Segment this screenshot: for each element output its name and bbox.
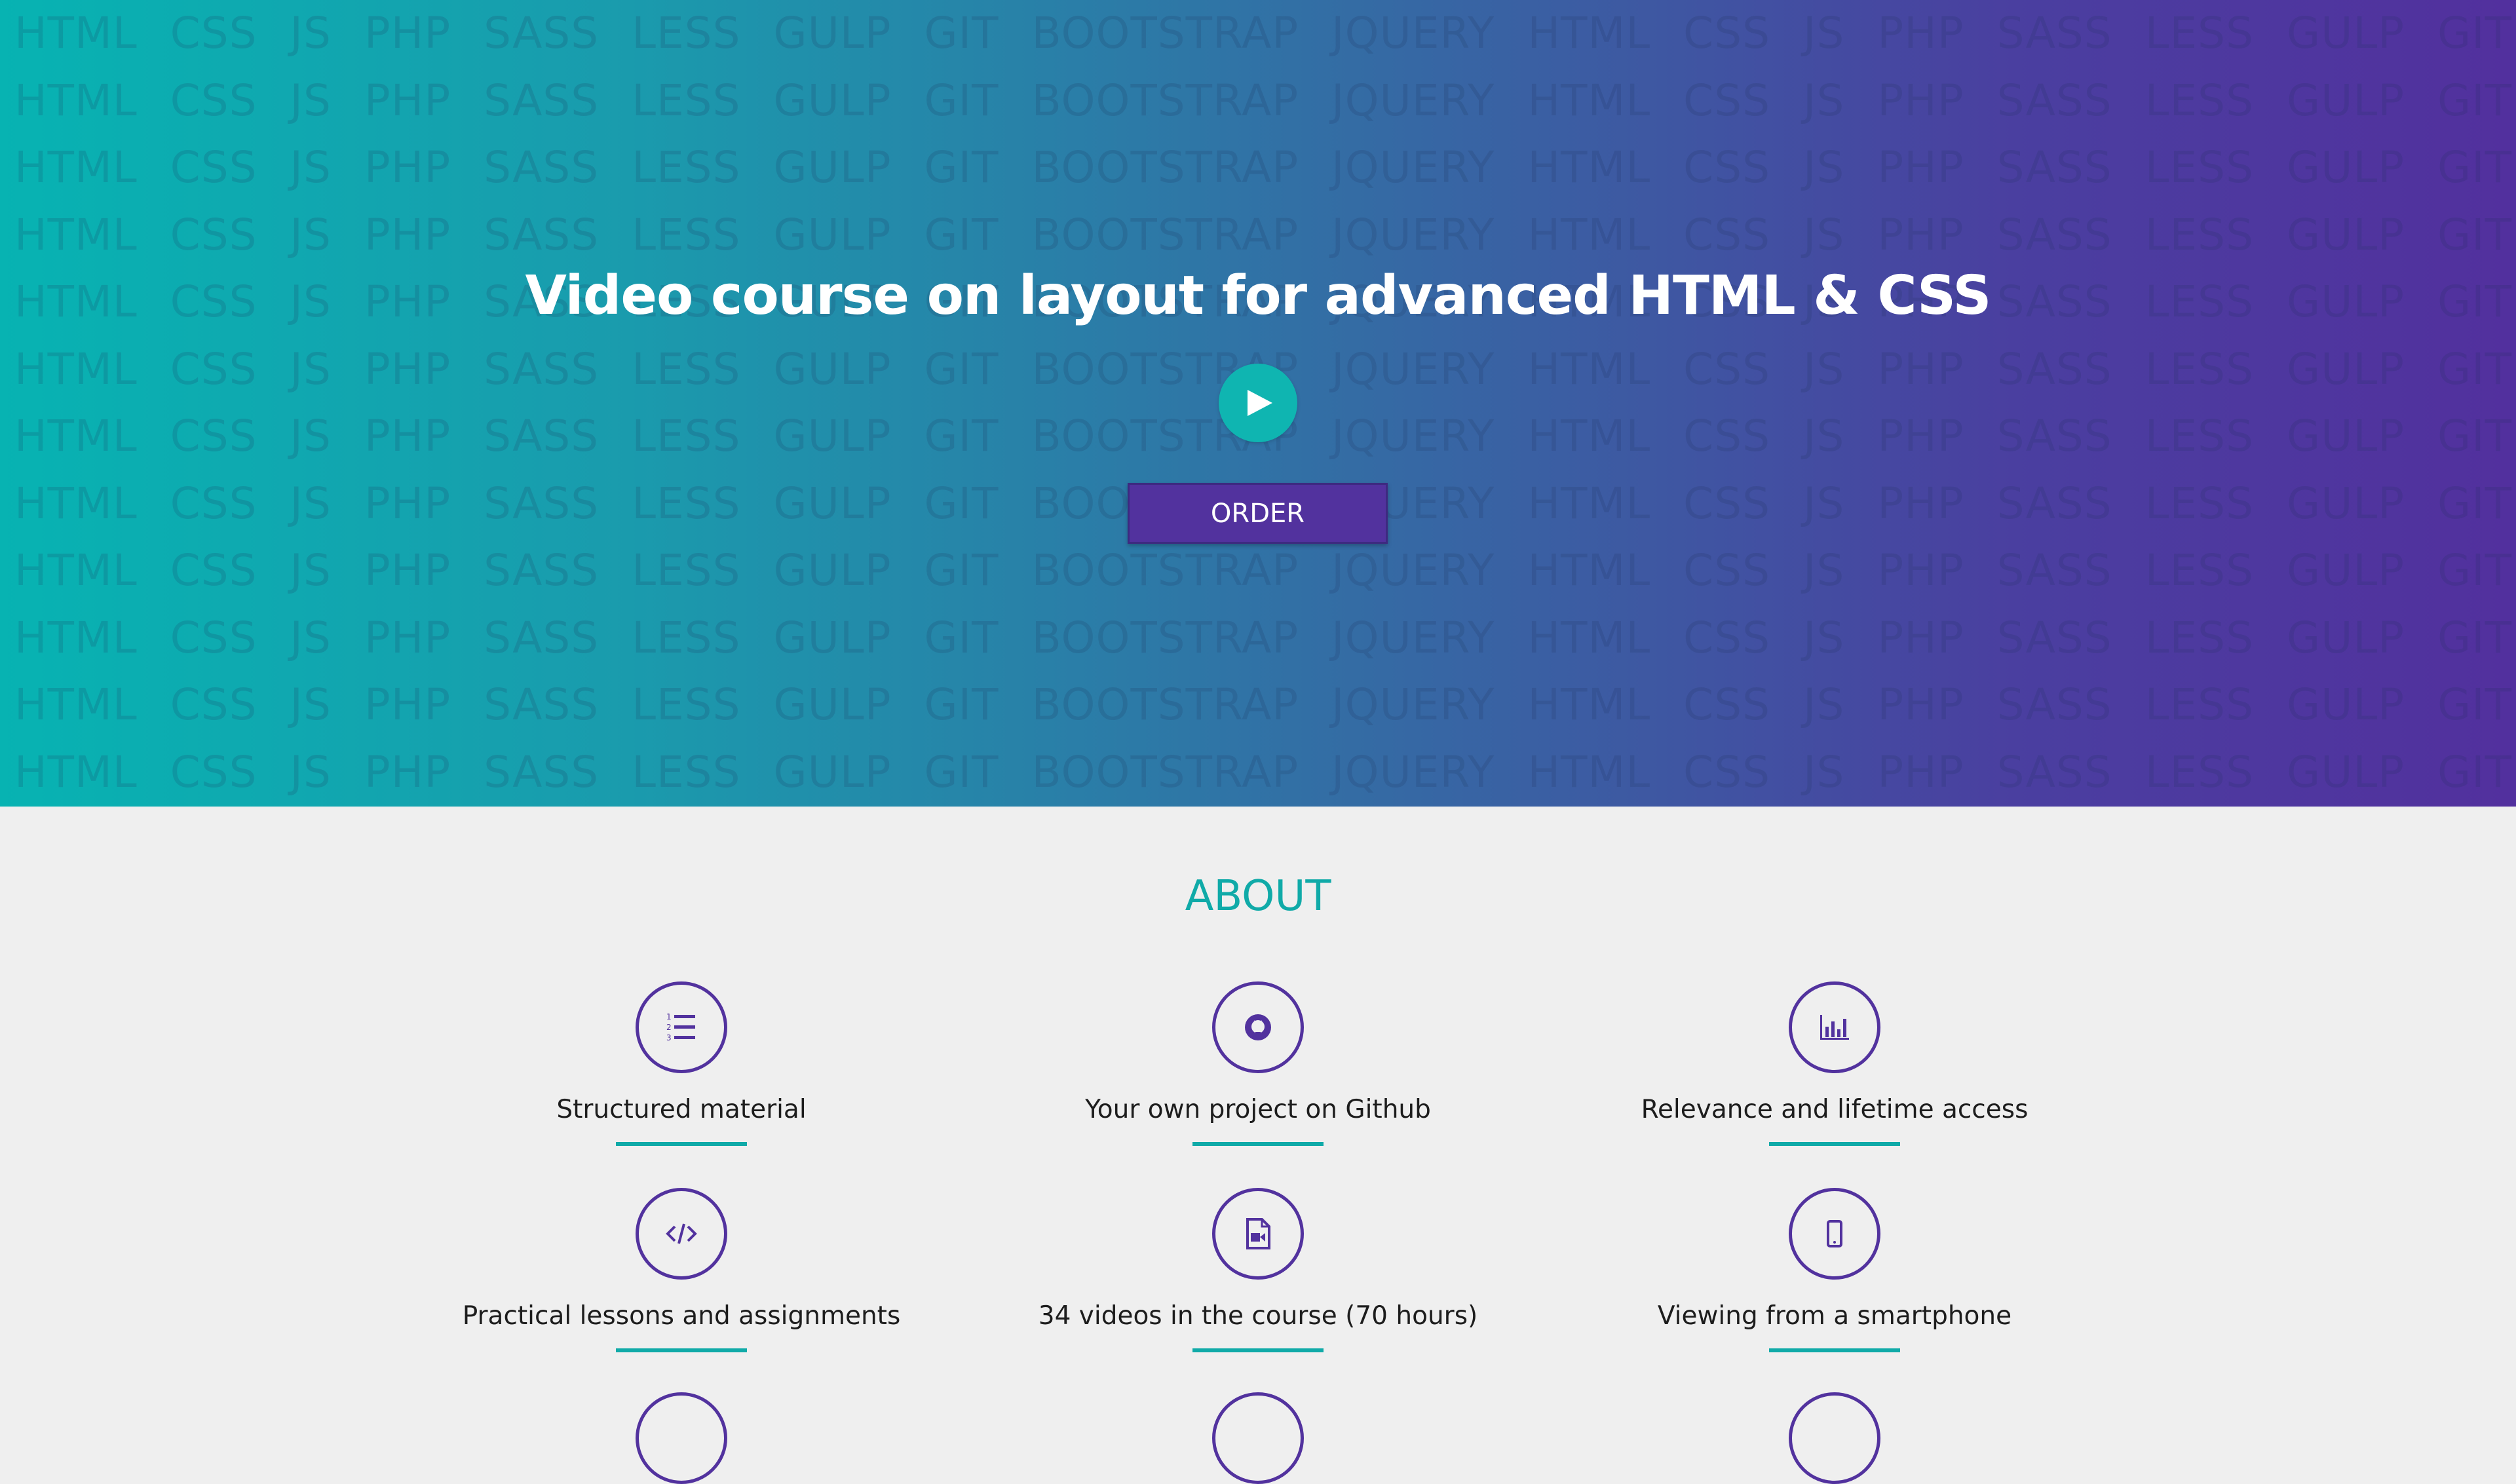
bar-chart-icon bbox=[1789, 981, 1880, 1073]
feature-underline bbox=[1192, 1142, 1324, 1146]
list-icon: 1 2 3 bbox=[636, 981, 727, 1073]
feature-structured-material: 1 2 3 Structured material bbox=[393, 981, 970, 1171]
svg-text:3: 3 bbox=[666, 1033, 672, 1042]
feature-label: Viewing from a smartphone bbox=[1657, 1301, 2012, 1331]
feature-label: 34 videos in the course (70 hours) bbox=[1038, 1301, 1478, 1331]
feature-label: Structured material bbox=[556, 1095, 807, 1124]
svg-text:2: 2 bbox=[666, 1023, 672, 1032]
feature-underline bbox=[616, 1348, 747, 1352]
feature-label: Your own project on Github bbox=[1085, 1095, 1431, 1124]
feature-smartphone-viewing: Viewing from a smartphone bbox=[1546, 1188, 2123, 1378]
feature-icon-partial bbox=[1212, 1392, 1304, 1484]
svg-text:1: 1 bbox=[666, 1012, 672, 1021]
github-icon bbox=[1212, 981, 1304, 1073]
video-file-icon bbox=[1212, 1188, 1304, 1280]
feature-label: Relevance and lifetime access bbox=[1641, 1095, 2029, 1124]
feature-lifetime-access: Relevance and lifetime access bbox=[1546, 981, 2123, 1171]
feature-underline bbox=[1769, 1348, 1900, 1352]
code-icon bbox=[636, 1188, 727, 1280]
feature-underline bbox=[1769, 1142, 1900, 1146]
feature-practical-lessons: Practical lessons and assignments bbox=[393, 1188, 970, 1378]
feature-underline bbox=[1192, 1348, 1324, 1352]
feature-icon-partial bbox=[636, 1392, 727, 1484]
feature-github-project: Your own project on Github bbox=[970, 981, 1546, 1171]
smartphone-icon bbox=[1789, 1188, 1880, 1280]
feature-videos-count: 34 videos in the course (70 hours) bbox=[970, 1188, 1546, 1378]
feature-label: Practical lessons and assignments bbox=[462, 1301, 901, 1331]
feature-icon-partial bbox=[1789, 1392, 1880, 1484]
features-grid: 1 2 3 Structured material Your own proje… bbox=[0, 0, 2516, 1484]
feature-underline bbox=[616, 1142, 747, 1146]
